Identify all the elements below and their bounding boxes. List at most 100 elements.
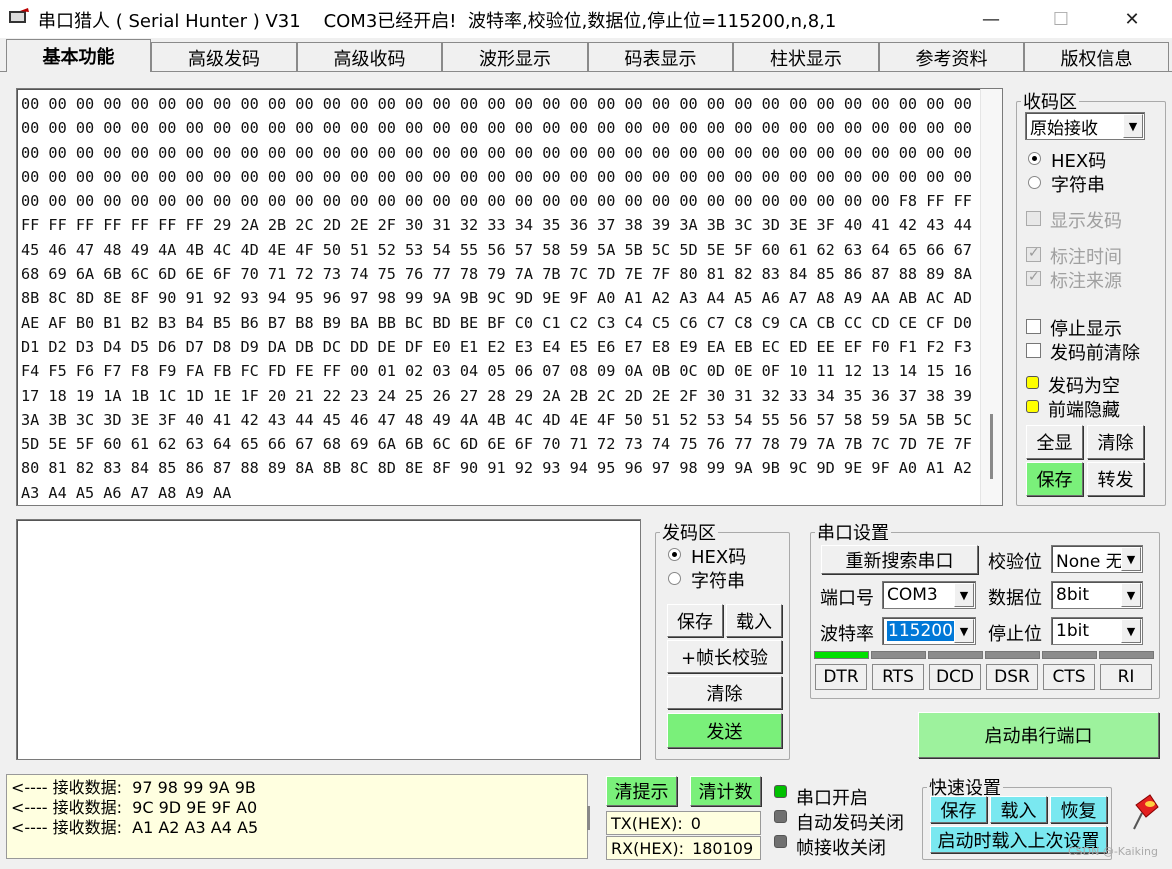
- tab-basic[interactable]: 基本功能: [6, 39, 151, 72]
- cts-button[interactable]: CTS: [1043, 664, 1095, 690]
- chevron-down-icon[interactable]: ▼: [1121, 619, 1141, 643]
- databits-value: 8bit: [1056, 585, 1089, 605]
- hex-line: 00 00 00 00 00 00 00 00 00 00 00 00 00 0…: [21, 167, 1000, 186]
- tab-divider: [0, 71, 1172, 72]
- serial-legend: 串口设置: [817, 523, 889, 544]
- ri-button[interactable]: RI: [1100, 664, 1152, 690]
- baud-value: 115200: [887, 621, 954, 641]
- tx-label: TX(HEX):: [611, 813, 683, 833]
- mark-source-checkbox[interactable]: [1026, 269, 1041, 286]
- chevron-down-icon[interactable]: ▼: [954, 583, 974, 607]
- port-label: 端口号: [820, 588, 874, 609]
- send-empty-label: 发码为空: [1048, 376, 1120, 397]
- parity-select[interactable]: None 无 ▼: [1051, 545, 1143, 573]
- send-clear-button[interactable]: 清除: [667, 676, 782, 709]
- send-load-button[interactable]: 载入: [726, 604, 782, 637]
- baud-select[interactable]: 115200 ▼: [882, 617, 976, 645]
- port-select[interactable]: COM3 ▼: [882, 581, 976, 609]
- dtr-button[interactable]: DTR: [815, 664, 867, 690]
- tab-advanced-receive[interactable]: 高级收码: [297, 42, 442, 72]
- stop-display-checkbox[interactable]: [1026, 319, 1041, 334]
- rx-label: RX(HEX):: [611, 838, 685, 858]
- forward-button[interactable]: 转发: [1087, 462, 1144, 496]
- log-line: <---- 接收数据: 9C 9D 9E 9F A0: [11, 798, 258, 817]
- tab-copyright[interactable]: 版权信息: [1024, 42, 1169, 72]
- quick-restore-button[interactable]: 恢复: [1050, 796, 1107, 823]
- clear-tips-button[interactable]: 清提示: [606, 776, 677, 806]
- start-serial-button[interactable]: 启动串行端口: [918, 712, 1159, 758]
- receive-clear-button[interactable]: 清除: [1087, 425, 1144, 459]
- clear-before-send-label: 发码前清除: [1050, 343, 1140, 364]
- receive-legend: 收码区: [1023, 92, 1077, 113]
- dcd-button[interactable]: DCD: [929, 664, 981, 690]
- tab-bar-chart[interactable]: 柱状显示: [733, 42, 879, 72]
- receive-save-button[interactable]: 保存: [1026, 462, 1083, 496]
- quick-load-button[interactable]: 载入: [990, 796, 1047, 823]
- status-log: <---- 接收数据: 97 98 99 9A 9B <---- 接收数据: 9C…: [6, 774, 588, 859]
- receive-mode-select[interactable]: 原始接收 ▼: [1025, 112, 1145, 140]
- tab-reference[interactable]: 参考资料: [879, 42, 1024, 72]
- databits-select[interactable]: 8bit ▼: [1051, 581, 1143, 609]
- dsr-button[interactable]: DSR: [986, 664, 1038, 690]
- tx-value: 0: [690, 813, 701, 833]
- ri-led: [1099, 651, 1154, 659]
- log-line: <---- 接收数据: 97 98 99 9A 9B: [11, 778, 256, 797]
- dsr-led: [985, 651, 1040, 659]
- clear-count-button[interactable]: 清计数: [690, 776, 761, 806]
- hex-line: 3A 3B 3C 3D 3E 3F 40 41 42 43 44 45 46 4…: [21, 410, 972, 429]
- clear-before-send-checkbox[interactable]: [1026, 343, 1041, 358]
- show-send-label: 显示发码: [1050, 211, 1122, 232]
- send-button[interactable]: 发送: [667, 713, 782, 748]
- port-open-indicator: [774, 785, 787, 798]
- receive-display[interactable]: 00 00 00 00 00 00 00 00 00 00 00 00 00 0…: [16, 88, 1003, 506]
- frame-check-button[interactable]: +帧长校验: [667, 640, 782, 673]
- rescan-ports-button[interactable]: 重新搜索串口: [821, 545, 978, 574]
- maximize-button[interactable]: ☐: [1026, 0, 1096, 38]
- parity-value: None 无: [1056, 551, 1123, 572]
- minimize-button[interactable]: —: [956, 0, 1026, 38]
- dcd-led: [928, 651, 983, 659]
- chevron-down-icon[interactable]: ▼: [954, 619, 974, 643]
- scroll-thumb[interactable]: [990, 414, 993, 479]
- chevron-down-icon[interactable]: ▼: [1123, 114, 1143, 138]
- rx-value: 180109: [692, 838, 754, 858]
- chevron-down-icon[interactable]: ▼: [1121, 547, 1141, 571]
- chevron-down-icon[interactable]: ▼: [1121, 583, 1141, 607]
- hex-line: F4 F5 F6 F7 F8 F9 FA FB FC FD FE FF 00 0…: [21, 362, 972, 381]
- pushpin-icon[interactable]: [1128, 787, 1164, 842]
- hex-line: 00 00 00 00 00 00 00 00 00 00 00 00 00 0…: [21, 119, 1000, 138]
- log-line: <---- 接收数据: A1 A2 A3 A4 A5: [11, 818, 259, 837]
- mark-time-checkbox[interactable]: [1026, 245, 1041, 262]
- close-button[interactable]: ✕: [1097, 0, 1167, 38]
- send-legend: 发码区: [662, 523, 716, 544]
- app-icon: [9, 8, 29, 23]
- mark-source-label: 标注来源: [1050, 271, 1122, 292]
- dtr-led: [814, 651, 869, 659]
- baud-label: 波特率: [820, 624, 874, 645]
- send-hex-label: HEX码: [691, 547, 747, 568]
- hex-line: 00 00 00 00 00 00 00 00 00 00 00 00 00 0…: [21, 95, 1000, 113]
- send-string-label: 字符串: [691, 571, 745, 592]
- rts-led: [871, 651, 926, 659]
- show-send-checkbox[interactable]: [1026, 211, 1041, 226]
- tab-advanced-send[interactable]: 高级发码: [151, 42, 297, 72]
- receive-string-radio[interactable]: [1028, 176, 1041, 189]
- tab-code-table[interactable]: 码表显示: [588, 42, 733, 72]
- auto-send-label: 自动发码关闭: [796, 813, 904, 834]
- rts-button[interactable]: RTS: [872, 664, 924, 690]
- stopbits-select[interactable]: 1bit ▼: [1051, 617, 1143, 645]
- send-input[interactable]: [16, 519, 641, 760]
- quick-save-button[interactable]: 保存: [930, 796, 987, 823]
- send-hex-radio[interactable]: [668, 548, 681, 561]
- hex-line: 45 46 47 48 49 4A 4B 4C 4D 4E 4F 50 51 5…: [21, 240, 972, 259]
- front-hide-label: 前端隐藏: [1048, 400, 1120, 421]
- send-string-radio[interactable]: [668, 572, 681, 585]
- log-scroll-thumb[interactable]: [587, 806, 590, 830]
- send-save-button[interactable]: 保存: [667, 604, 723, 637]
- window-title: 串口猎人 ( Serial Hunter ) V31 COM3已经开启! 波特率…: [38, 11, 837, 32]
- receive-hex-radio[interactable]: [1028, 152, 1041, 165]
- tab-waveform[interactable]: 波形显示: [442, 42, 588, 72]
- port-value: COM3: [887, 585, 938, 605]
- receive-scrollbar[interactable]: [980, 89, 1002, 505]
- show-all-button[interactable]: 全显: [1026, 425, 1083, 459]
